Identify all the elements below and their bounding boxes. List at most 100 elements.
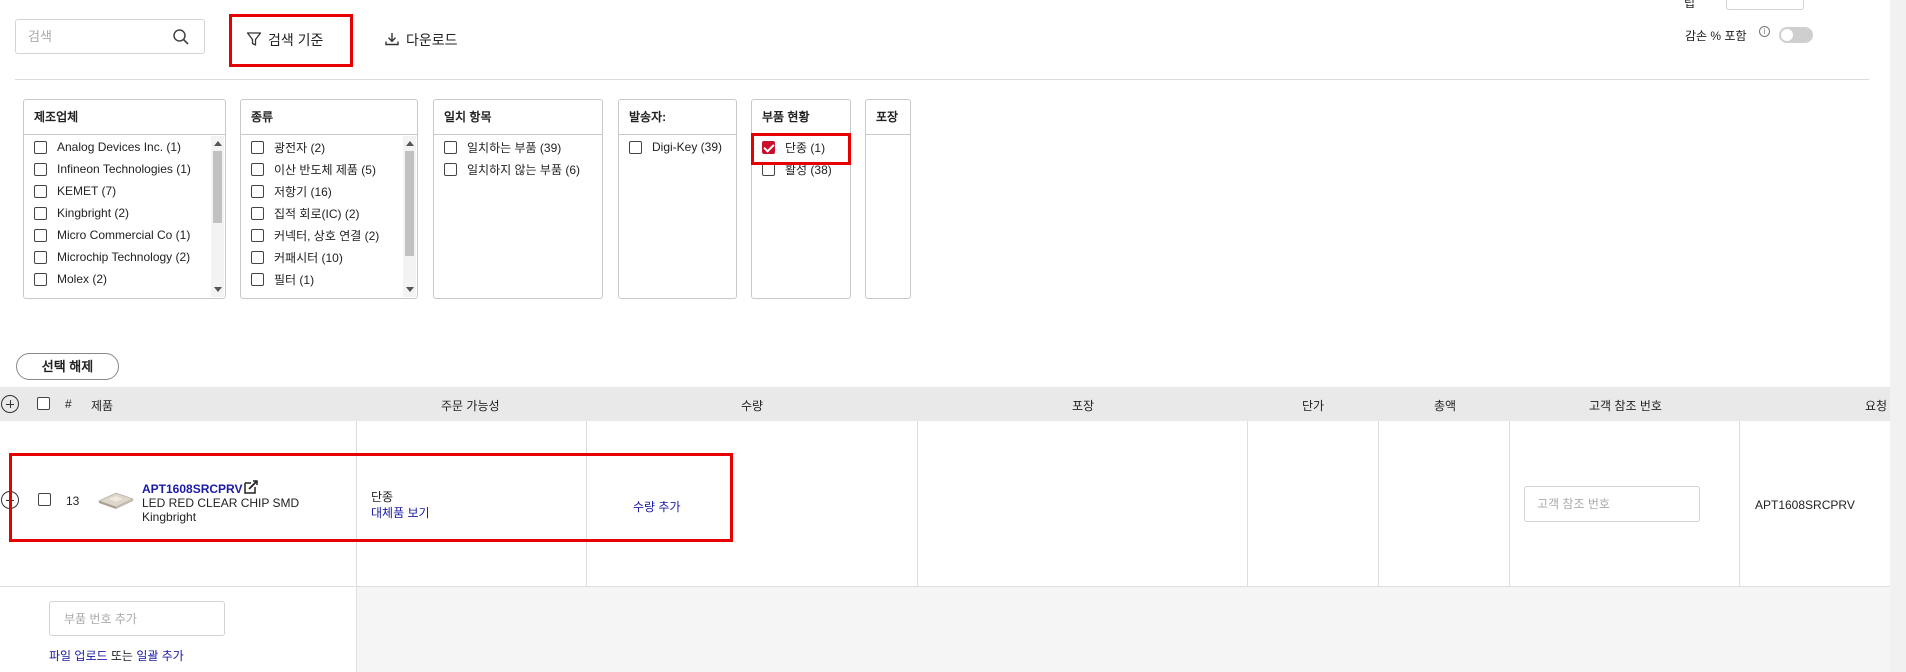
filter-option[interactable]: KEMET (7): [24, 180, 211, 202]
part-description: LED RED CLEAR CHIP SMD: [142, 496, 300, 510]
filter-panel-manufacturer: 제조업체 Analog Devices Inc. (1) Infineon Te…: [23, 99, 226, 299]
request-value: APT1608SRCPRV: [1755, 498, 1855, 512]
expand-all-icon[interactable]: [1, 395, 19, 413]
download-button[interactable]: 다운로드: [384, 30, 458, 50]
checkbox[interactable]: [444, 140, 457, 154]
filter-panel-shipper: 발송자: Digi-Key (39): [618, 99, 737, 299]
view-alternatives-link[interactable]: 대체품 보기: [371, 504, 430, 521]
info-icon[interactable]: i: [1759, 26, 1770, 37]
header-packaging[interactable]: 포장: [1072, 397, 1094, 414]
filter-panel-packaging: 포장: [865, 99, 911, 299]
panel-title: 제조업체: [24, 100, 225, 135]
panel-scrollbar[interactable]: [211, 136, 224, 297]
panel-title: 포장: [866, 100, 910, 135]
expand-row-icon[interactable]: [1, 491, 19, 509]
header-customer-ref[interactable]: 고객 참조 번호: [1589, 397, 1662, 414]
filter-option[interactable]: 저항기 (16): [241, 180, 403, 202]
header-product[interactable]: 제품: [91, 397, 113, 414]
filter-option[interactable]: 집적 회로(IC) (2): [241, 202, 403, 224]
clear-selection-button[interactable]: 선택 해제: [16, 353, 119, 380]
scroll-up-icon[interactable]: [214, 141, 222, 146]
customer-ref-input[interactable]: [1524, 486, 1700, 522]
part-number-link[interactable]: APT1608SRCPRV: [142, 482, 243, 496]
header-quantity[interactable]: 수량: [741, 397, 763, 414]
filter-option[interactable]: Molex (2): [24, 268, 211, 290]
checkbox[interactable]: [34, 162, 47, 176]
product-image[interactable]: [97, 487, 135, 509]
checkbox[interactable]: [629, 140, 642, 154]
search-box: [15, 19, 205, 54]
add-quantity-link[interactable]: 수량 추가: [633, 498, 681, 515]
checkbox[interactable]: [251, 228, 264, 242]
panel-title: 종류: [241, 100, 417, 135]
header-index: #: [65, 397, 72, 411]
scroll-thumb[interactable]: [213, 151, 222, 223]
filter-option[interactable]: 커패시터 (10): [241, 246, 403, 268]
checkbox[interactable]: [34, 184, 47, 198]
include-shrinkage-toggle[interactable]: [1779, 27, 1813, 43]
top-right-field[interactable]: [1726, 0, 1804, 10]
panel-scrollbar[interactable]: [403, 136, 416, 297]
table-header: # 제품 주문 가능성 수량 포장 단가 총액 고객 참조 번호 요청: [0, 387, 1906, 421]
search-input[interactable]: [16, 20, 166, 53]
panel-title: 부품 현황: [752, 100, 850, 135]
checkbox[interactable]: [251, 250, 264, 264]
file-upload-link[interactable]: 파일 업로드: [49, 649, 108, 663]
add-part-number-input[interactable]: [49, 601, 225, 636]
checkbox[interactable]: [34, 228, 47, 242]
checkbox[interactable]: [762, 162, 775, 176]
scroll-up-icon[interactable]: [406, 141, 414, 146]
checkbox[interactable]: [34, 272, 47, 286]
filter-option[interactable]: 커넥터, 상호 연결 (2): [241, 224, 403, 246]
header-availability[interactable]: 주문 가능성: [441, 397, 500, 414]
filter-option[interactable]: Micro Commercial Co (1): [24, 224, 211, 246]
scroll-down-icon[interactable]: [406, 287, 414, 292]
filter-panel-match: 일치 항목 일치하는 부품 (39) 일치하지 않는 부품 (6): [433, 99, 603, 299]
scroll-down-icon[interactable]: [214, 287, 222, 292]
filter-option[interactable]: 활성 (38): [752, 158, 850, 180]
checkbox-checked[interactable]: [762, 140, 775, 154]
filter-option-discontinued[interactable]: 단종 (1): [752, 136, 850, 158]
select-all-checkbox[interactable]: [37, 397, 50, 410]
header-request[interactable]: 요청: [1865, 397, 1887, 414]
filter-option[interactable]: Infineon Technologies (1): [24, 158, 211, 180]
checkbox[interactable]: [444, 162, 457, 176]
header-unit-price[interactable]: 단가: [1302, 397, 1324, 414]
part-manufacturer: Kingbright: [142, 510, 197, 524]
search-icon[interactable]: [172, 28, 190, 49]
filter-option[interactable]: 일치하지 않는 부품 (6): [434, 158, 602, 180]
filter-option[interactable]: 필터 (1): [241, 268, 403, 290]
filter-option[interactable]: 광전자 (2): [241, 136, 403, 158]
checkbox[interactable]: [34, 250, 47, 264]
download-icon: [384, 31, 400, 50]
filter-option[interactable]: Kingbright (2): [24, 202, 211, 224]
filter-option[interactable]: Analog Devices Inc. (1): [24, 136, 211, 158]
header-total[interactable]: 총액: [1434, 397, 1456, 414]
toolbar-divider: [15, 79, 1869, 80]
checkbox[interactable]: [251, 272, 264, 286]
checkbox[interactable]: [34, 140, 47, 154]
checkbox[interactable]: [34, 206, 47, 220]
download-button-label: 다운로드: [406, 32, 458, 48]
filter-option[interactable]: 일치하는 부품 (39): [434, 136, 602, 158]
panel-title: 일치 항목: [434, 100, 602, 135]
or-text: 또는: [110, 649, 133, 663]
checkbox[interactable]: [251, 184, 264, 198]
row-checkbox[interactable]: [38, 493, 51, 506]
filter-panel-category: 종류 광전자 (2) 이산 반도체 제품 (5) 저항기 (16) 집적 회로(…: [240, 99, 418, 299]
upload-line: 파일 업로드 또는 일괄 추가: [49, 647, 184, 664]
filter-button[interactable]: 검색 기준: [246, 30, 323, 50]
top-right-label: 립: [1684, 0, 1696, 10]
filter-option[interactable]: 이산 반도체 제품 (5): [241, 158, 403, 180]
row-index: 13: [66, 494, 80, 508]
filter-option[interactable]: Microchip Technology (2): [24, 246, 211, 268]
page-scrollbar[interactable]: [1890, 0, 1906, 672]
checkbox[interactable]: [251, 162, 264, 176]
scroll-thumb[interactable]: [405, 151, 414, 256]
bulk-add-link[interactable]: 일괄 추가: [136, 649, 184, 663]
filter-option[interactable]: Digi-Key (39): [619, 136, 736, 158]
checkbox[interactable]: [251, 206, 264, 220]
filter-icon: [246, 31, 262, 50]
checkbox[interactable]: [251, 140, 264, 154]
panel-title: 발송자:: [619, 100, 736, 135]
